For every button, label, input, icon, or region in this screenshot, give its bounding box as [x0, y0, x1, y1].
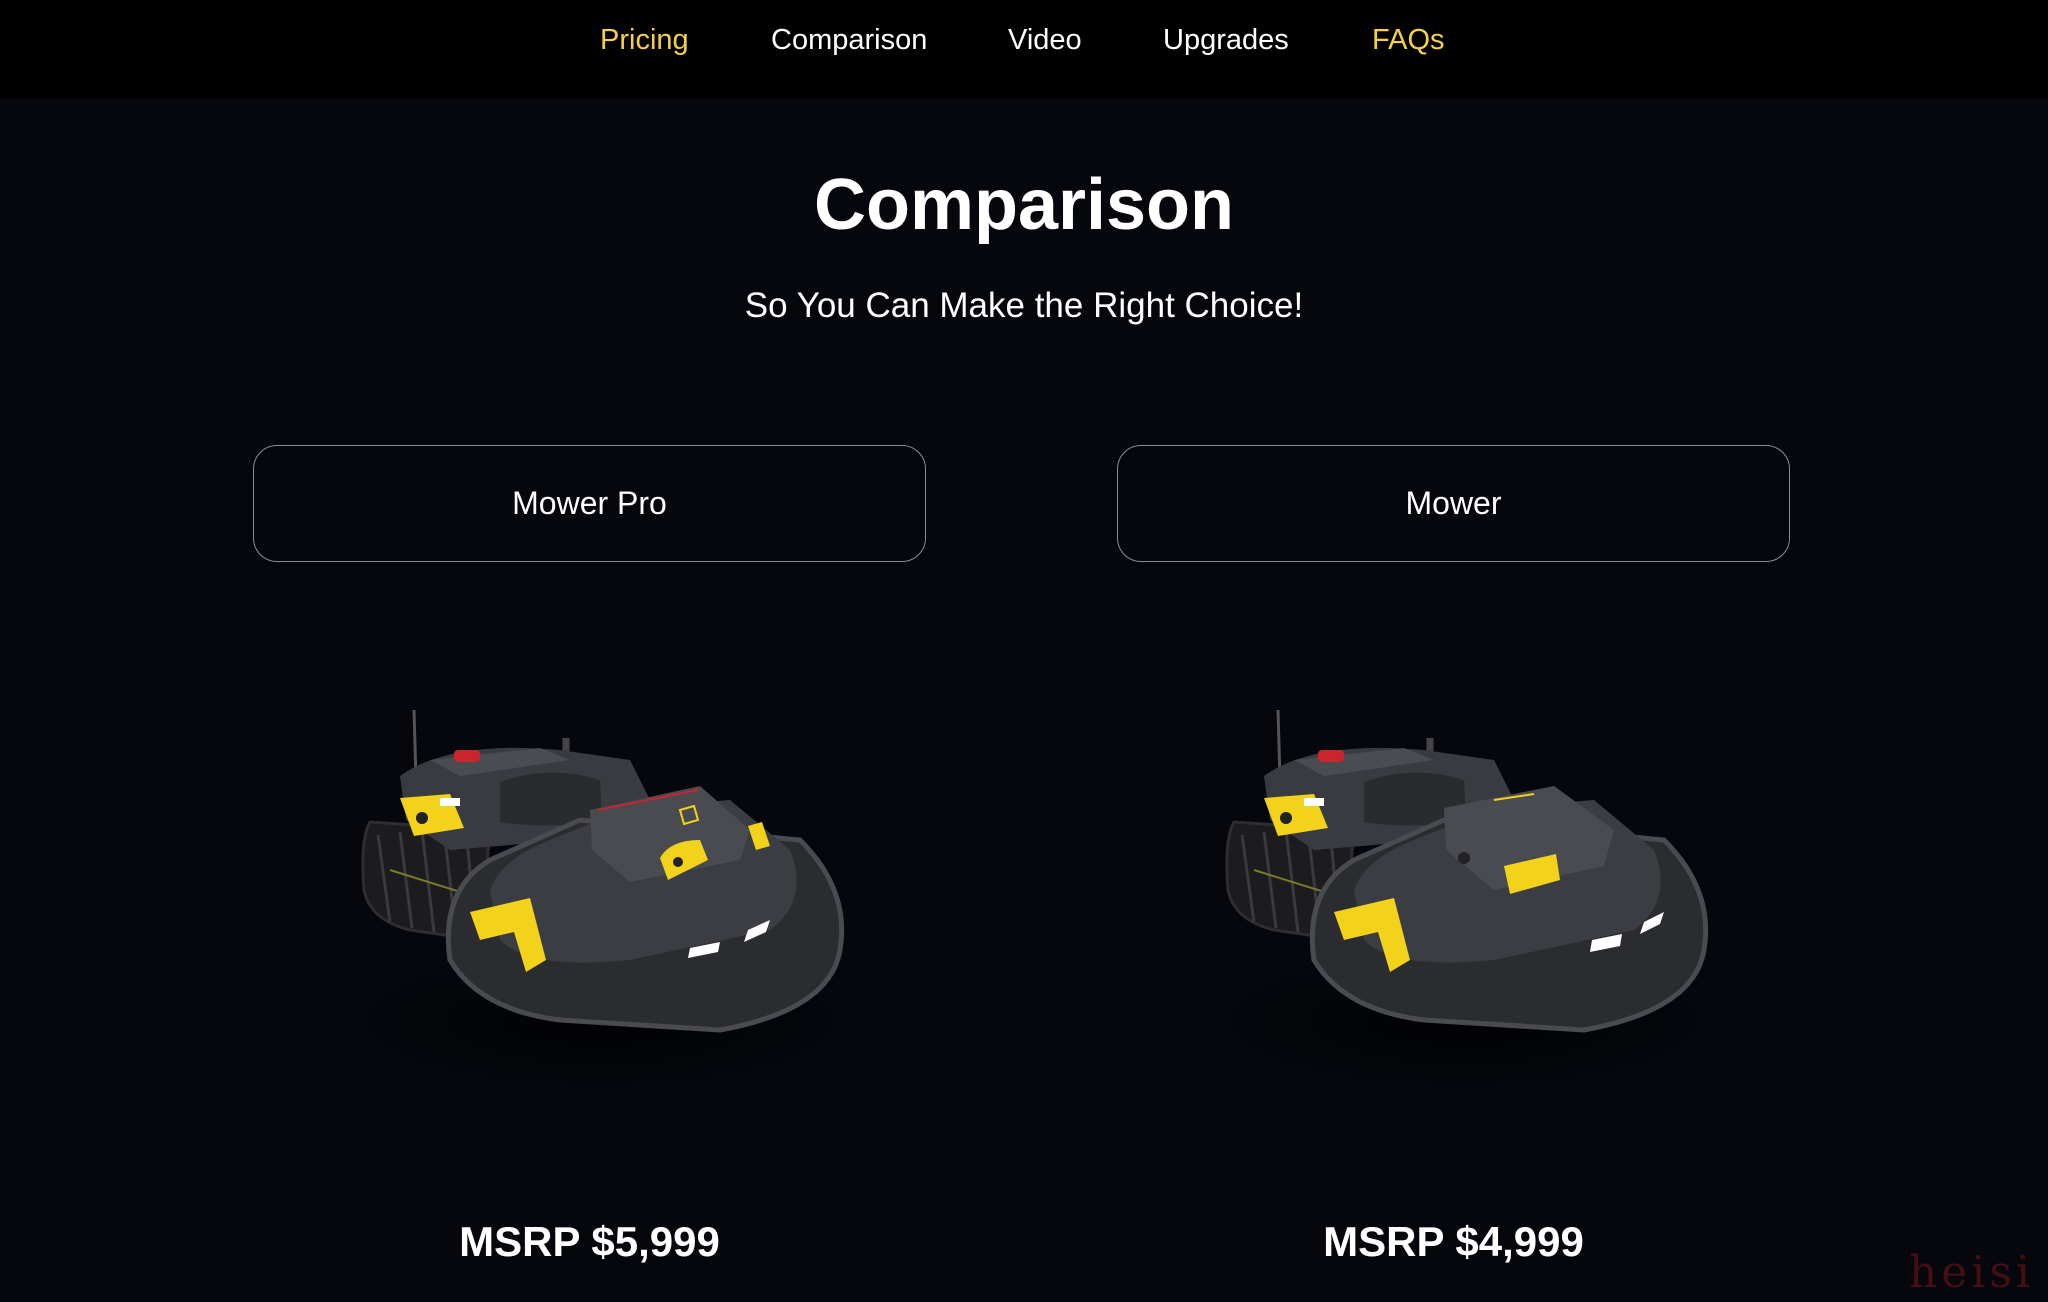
- mower-image: [1214, 709, 1714, 1090]
- mower-button[interactable]: Mower: [1117, 445, 1790, 562]
- mower-pro-button[interactable]: Mower Pro: [253, 445, 926, 562]
- mower-pro-image: [350, 709, 850, 1090]
- nav-item-upgrades[interactable]: Upgrades: [1163, 20, 1289, 60]
- watermark: heisi: [1908, 1247, 2034, 1298]
- page-subtitle: So You Can Make the Right Choice!: [744, 286, 1304, 325]
- nav-item-video[interactable]: Video: [1008, 20, 1082, 60]
- mower-pro-price: MSRP $5,999: [459, 1218, 720, 1265]
- page-title: Comparison: [813, 165, 1235, 245]
- top-nav: Pricing Comparison Video Upgrades FAQs: [0, 0, 2048, 98]
- comparison-page: Pricing Comparison Video Upgrades FAQs C…: [0, 0, 2048, 1302]
- nav-item-pricing[interactable]: Pricing: [600, 20, 689, 60]
- nav-item-faqs[interactable]: FAQs: [1372, 20, 1445, 60]
- nav-item-comparison[interactable]: Comparison: [771, 20, 927, 60]
- mower-price: MSRP $4,999: [1323, 1218, 1584, 1265]
